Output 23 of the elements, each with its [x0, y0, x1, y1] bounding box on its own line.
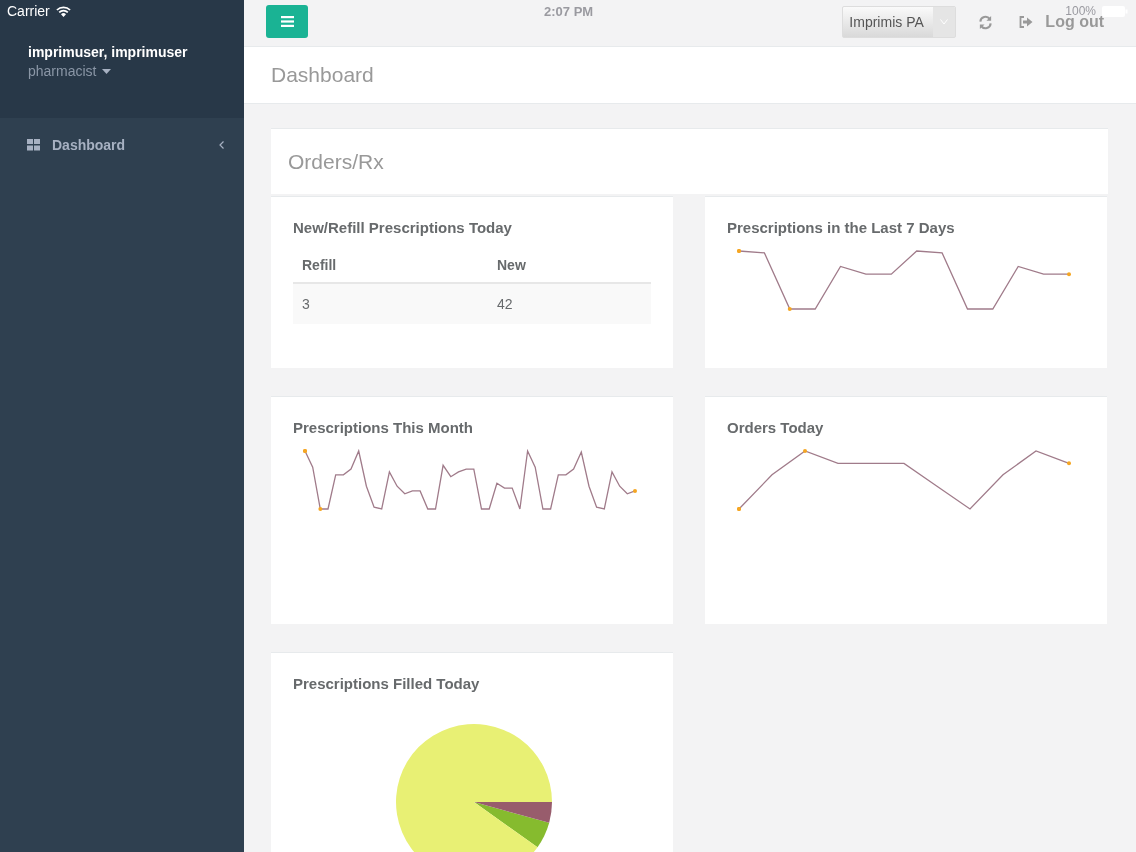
panel-title: Prescriptions Filled Today [293, 675, 481, 692]
panel-title: New/Refill Prescriptions Today [293, 219, 513, 236]
role-dropdown[interactable]: pharmacist [28, 63, 112, 79]
table-cell: 42 [497, 296, 513, 312]
menu-icon [280, 15, 294, 27]
location-select[interactable]: Imprimis PA [842, 6, 957, 39]
clock-label: 2:07 PM [544, 4, 594, 19]
battery-label: 100% [1065, 4, 1096, 18]
wifi-icon [55, 5, 71, 17]
caret-icon [102, 68, 112, 74]
page-title: Dashboard [271, 63, 374, 88]
panel-title: Prescriptions This Month [293, 419, 474, 436]
chevron-left-icon [219, 141, 224, 149]
table-cell: 3 [302, 296, 310, 312]
menu-button[interactable] [266, 4, 308, 38]
panel-title: Prescriptions in the Last 7 Days [727, 219, 956, 236]
user-name: imprimuser, imprimuser [28, 44, 189, 60]
section-title: Orders/Rx [288, 149, 384, 174]
carrier-label: Carrier [7, 3, 50, 19]
panel-title: Orders Today [727, 419, 825, 436]
grid-icon [27, 139, 40, 151]
sign-out-icon [1019, 16, 1034, 29]
refresh-icon[interactable] [978, 14, 994, 30]
